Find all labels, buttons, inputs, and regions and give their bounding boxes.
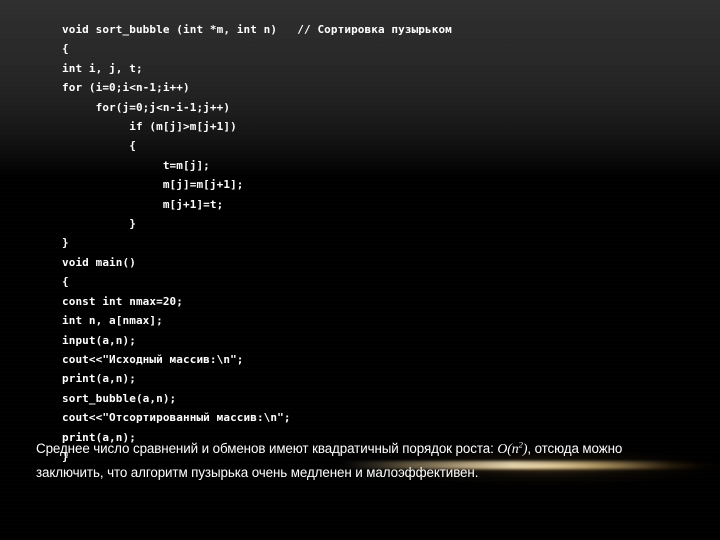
code-line: {	[62, 139, 136, 153]
code-line: for(j=0;j<n-i-1;j++)	[62, 100, 231, 114]
big-o-open: O(	[497, 441, 512, 456]
code-line: void sort_bubble (int *m, int n) // Сорт…	[62, 23, 452, 36]
big-o-variable: n	[511, 441, 519, 456]
code-line: t=m[j];	[62, 158, 210, 172]
code-line: print(a,n);	[62, 372, 136, 386]
code-line: cout<<"Отсортированный массив:\n";	[62, 411, 291, 425]
code-line: }	[62, 236, 69, 250]
code-line: input(a,n);	[62, 333, 136, 347]
slide-canvas: void sort_bubble (int *m, int n) // Сорт…	[0, 0, 720, 540]
summary-paragraph: Среднее число сравнений и обменов имеют …	[36, 437, 688, 485]
big-o-notation: O(n2)	[497, 440, 527, 456]
code-line: int i, j, t;	[62, 61, 143, 75]
code-line: }	[62, 217, 136, 231]
code-line: {	[62, 275, 69, 289]
code-line: {	[62, 42, 69, 56]
code-line: void main()	[62, 255, 136, 269]
summary-text-part1: Среднее число сравнений и обменов имеют …	[36, 441, 498, 456]
code-line: int n, a[nmax];	[62, 314, 163, 328]
code-block: void sort_bubble (int *m, int n) // Сорт…	[62, 20, 702, 466]
code-line: sort_bubble(a,n);	[62, 391, 177, 405]
code-line: m[j]=m[j+1];	[62, 178, 244, 192]
code-line: cout<<"Исходный массив:\n";	[62, 352, 244, 366]
code-line: m[j+1]=t;	[62, 197, 224, 211]
code-line: for (i=0;i<n-1;i++)	[62, 81, 190, 95]
code-line: if (m[j]>m[j+1])	[62, 120, 237, 134]
code-line: const int nmax=20;	[62, 294, 184, 308]
